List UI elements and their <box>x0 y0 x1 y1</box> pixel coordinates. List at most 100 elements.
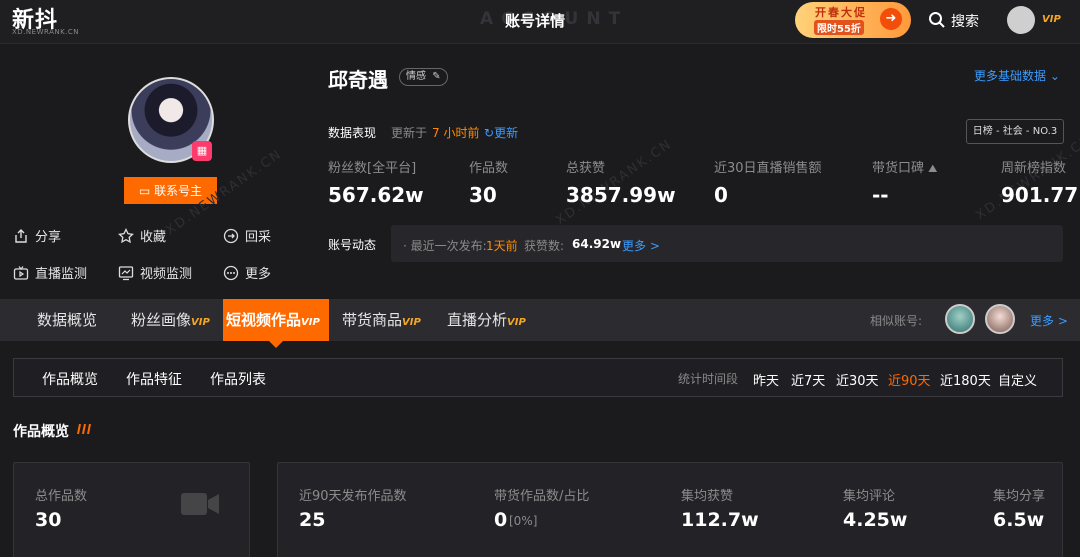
time-range-label: 统计时间段 <box>678 372 739 386</box>
time-30d[interactable]: 近30天 <box>836 370 879 389</box>
vip-mark: VIP <box>301 317 320 328</box>
sales-reputation-value: -- <box>872 183 889 207</box>
vip-mark: VIP <box>191 317 210 328</box>
latest-publish-text: 最近一次发布: <box>410 239 487 253</box>
promo-discount: 限时55折 <box>814 20 864 35</box>
subtab-works-features[interactable]: 作品特征 <box>126 369 182 389</box>
dynamic-more-link[interactable]: 更多 > <box>622 237 660 254</box>
vip-mark: VIP <box>507 317 526 328</box>
updated-time: 7 小时前 <box>432 126 480 140</box>
edit-pencil-icon: ✎ <box>432 71 441 82</box>
share-action[interactable]: 分享 <box>13 226 61 245</box>
watermark: XD.NEWRANK.CN <box>973 131 1080 224</box>
likes-label: 总获赞 <box>566 161 606 176</box>
tab-short-video[interactable]: 短视频作品VIP <box>223 299 329 341</box>
refresh-label: 更新 <box>494 126 519 140</box>
dynamic-likes-value: 64.92w <box>572 237 622 251</box>
search-button[interactable]: 搜索 <box>951 11 979 31</box>
video-monitor-action[interactable]: 视频监测 <box>118 263 192 282</box>
sales-works-value: 0 <box>494 509 508 531</box>
tab-live-analysis-label: 直播分析 <box>447 311 508 329</box>
category-tag[interactable]: 情感 ✎ <box>399 68 448 86</box>
likes-value: 3857.99w <box>566 183 676 207</box>
more-action[interactable]: 更多 <box>223 263 271 282</box>
active-tab-pointer <box>269 341 283 348</box>
recollect-label: 回采 <box>245 230 272 245</box>
category-tag-label: 情感 <box>406 71 426 82</box>
similar-account-avatar[interactable] <box>985 304 1015 334</box>
latest-publish-value: 1天前 <box>486 239 518 253</box>
refresh-icon: ↻ <box>484 126 495 140</box>
tab-data-overview-label: 数据概览 <box>37 311 98 329</box>
user-avatar[interactable] <box>1007 6 1035 34</box>
tab-fan-profile-label: 粉丝画像 <box>131 311 192 329</box>
live-monitor-label: 直播监测 <box>35 267 88 282</box>
latest-publish-prefix: · 最近一次发布: <box>403 239 487 253</box>
recollect-icon <box>223 228 239 243</box>
more-basic-data-link[interactable]: 更多基础数据 ⌄ <box>974 67 1060 84</box>
arrow-right-icon[interactable]: ➜ <box>880 8 902 30</box>
more-label: 更多 <box>245 267 272 282</box>
subtab-works-list[interactable]: 作品列表 <box>210 369 266 389</box>
tv-icon <box>13 265 29 280</box>
account-dynamic-label: 账号动态 <box>328 238 377 252</box>
fans-value: 567.62w <box>328 183 424 207</box>
avg-shares-value: 6.5w <box>993 509 1045 531</box>
similar-account-avatar[interactable] <box>945 304 975 334</box>
vip-mark: VIP <box>402 317 421 328</box>
title-accent-icon <box>77 424 91 434</box>
fans-label: 粉丝数[全平台] <box>328 161 417 176</box>
favorite-label: 收藏 <box>140 230 167 245</box>
logo-subtitle: XD.NEWRANK.CN <box>12 28 80 36</box>
time-custom[interactable]: 自定义 <box>998 370 1037 389</box>
sales-works-label: 带货作品数/占比 <box>494 489 590 504</box>
updated-prefix: 更新于 <box>391 126 428 140</box>
more-basic-data-label: 更多基础数据 <box>974 69 1047 83</box>
avg-comments-value: 4.25w <box>843 509 908 531</box>
more-dots-icon <box>223 265 239 280</box>
star-icon <box>118 227 134 243</box>
works-stats-card <box>277 462 1063 557</box>
total-works-label: 总作品数 <box>35 489 88 504</box>
weekly-index-label: 周新榜指数 <box>1001 161 1067 176</box>
contact-owner-label: 联系号主 <box>154 184 203 198</box>
qr-code-icon[interactable]: ▦ <box>192 141 212 161</box>
time-7d[interactable]: 近7天 <box>791 370 825 389</box>
refresh-button[interactable]: ↻更新 <box>484 124 518 141</box>
tab-short-video-label: 短视频作品 <box>226 311 302 329</box>
weekly-index-value: 901.77 <box>1001 183 1079 207</box>
video-monitor-label: 视频监测 <box>140 267 193 282</box>
video-camera-icon <box>181 493 219 515</box>
share-icon <box>15 228 27 243</box>
time-yesterday[interactable]: 昨天 <box>753 370 779 389</box>
avg-comments-label: 集均评论 <box>843 489 896 504</box>
similar-accounts-label: 相似账号: <box>870 314 923 328</box>
mountain-chart-icon: ⛰ <box>928 162 938 175</box>
rank-badge[interactable]: 日榜 - 社会 - NO.3 <box>966 119 1064 144</box>
chart-monitor-icon <box>118 265 134 280</box>
tab-fan-profile[interactable]: 粉丝画像VIP <box>131 299 210 341</box>
live-sales-label: 近30日直播销售额 <box>714 161 822 176</box>
tab-sales-products-label: 带货商品 <box>342 311 403 329</box>
time-180d[interactable]: 近180天 <box>940 370 991 389</box>
avg-likes-label: 集均获赞 <box>681 489 734 504</box>
data-performance-label: 数据表现 <box>328 126 377 140</box>
sales-works-ratio: [0%] <box>509 514 538 528</box>
favorite-action[interactable]: 收藏 <box>118 226 166 245</box>
vip-badge[interactable]: VIP <box>1042 14 1061 25</box>
similar-more-link[interactable]: 更多 > <box>1030 312 1068 329</box>
tab-data-overview[interactable]: 数据概览 <box>37 299 97 341</box>
tab-sales-products[interactable]: 带货商品VIP <box>342 299 421 341</box>
subtab-works-overview[interactable]: 作品概览 <box>42 369 98 389</box>
works-label: 作品数 <box>469 161 509 176</box>
search-icon[interactable] <box>928 11 946 29</box>
account-name: 邱奇遇 <box>328 68 388 92</box>
tab-live-analysis[interactable]: 直播分析VIP <box>447 299 526 341</box>
avg-likes-value: 112.7w <box>681 509 759 531</box>
sales-reputation-text: 带货口碑 <box>872 161 925 176</box>
chevron-down-icon: ⌄ <box>1049 69 1060 83</box>
recollect-action[interactable]: 回采 <box>223 226 271 245</box>
time-90d[interactable]: 近90天 <box>888 370 931 389</box>
live-monitor-action[interactable]: 直播监测 <box>13 263 87 282</box>
works-value: 30 <box>469 183 497 207</box>
